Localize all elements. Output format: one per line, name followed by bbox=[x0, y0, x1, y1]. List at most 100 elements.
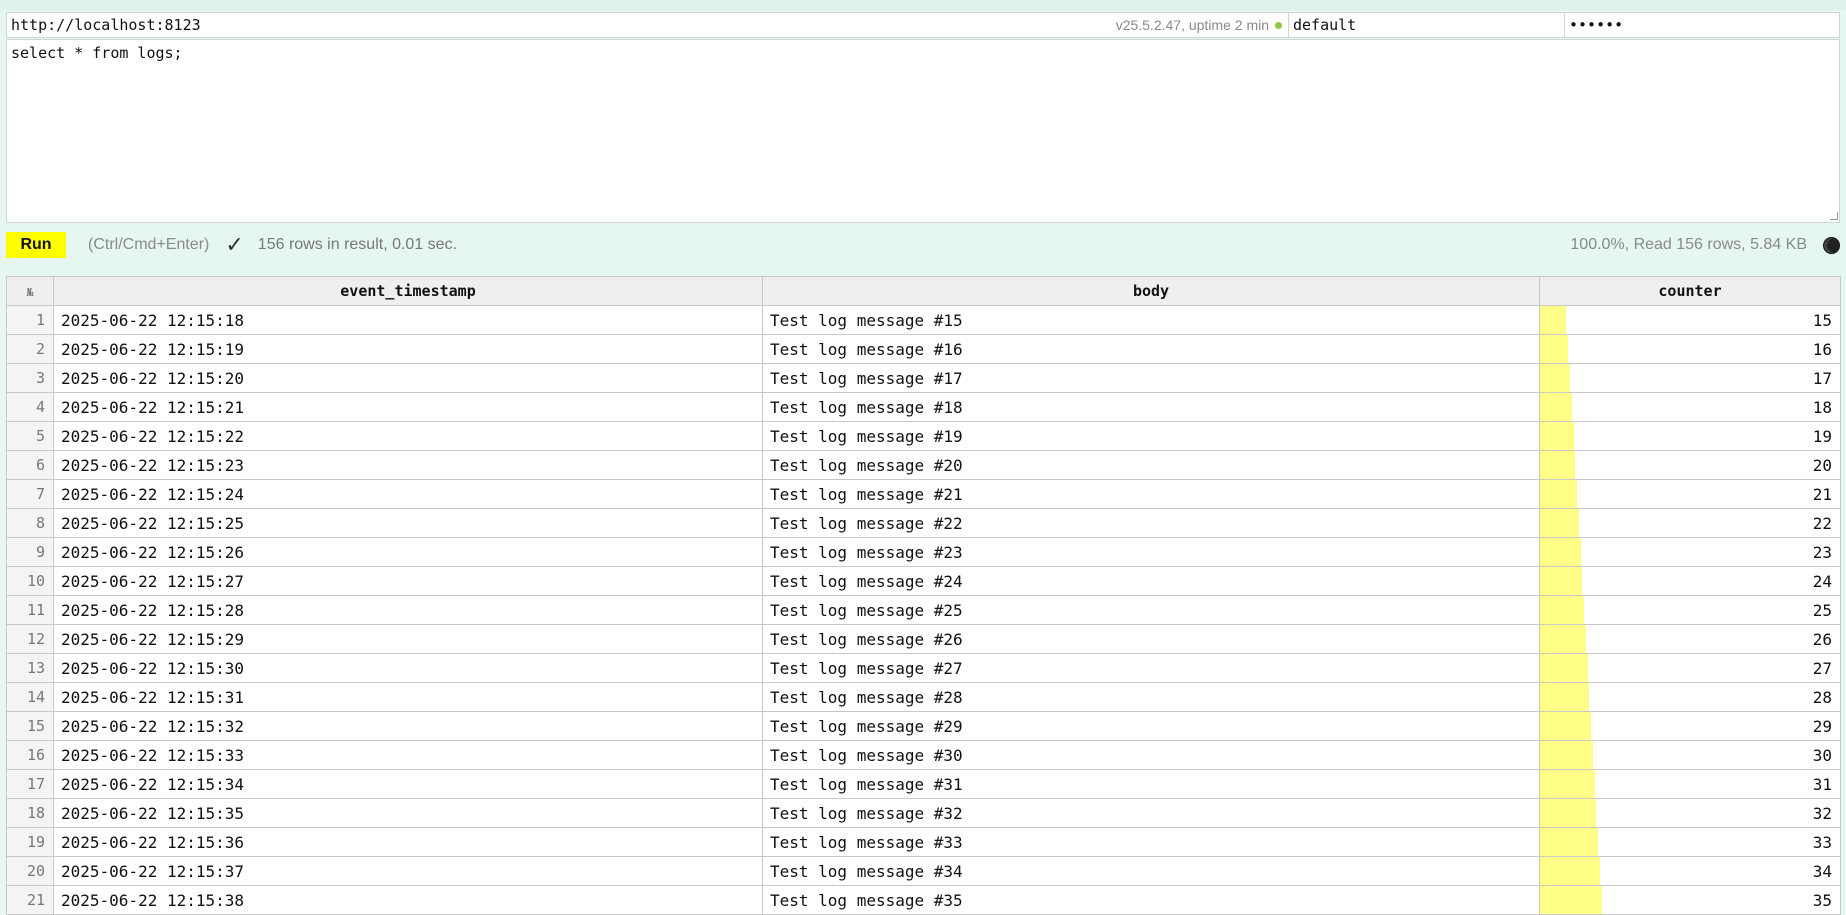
cell-event-timestamp[interactable]: 2025-06-22 12:15:20 bbox=[53, 363, 763, 393]
result-summary: 156 rows in result, 0.01 sec. bbox=[257, 236, 458, 253]
cell-event-timestamp[interactable]: 2025-06-22 12:15:26 bbox=[53, 537, 763, 567]
cell-body[interactable]: Test log message #28 bbox=[762, 682, 1540, 712]
cell-counter[interactable]: 33 bbox=[1539, 827, 1841, 857]
resize-grip-icon[interactable] bbox=[1830, 212, 1838, 220]
cell-event-timestamp[interactable]: 2025-06-22 12:15:30 bbox=[53, 653, 763, 683]
theme-toggle-icon[interactable] bbox=[1823, 236, 1840, 254]
cell-body[interactable]: Test log message #17 bbox=[762, 363, 1540, 393]
cell-event-timestamp[interactable]: 2025-06-22 12:15:32 bbox=[53, 711, 763, 741]
counter-bar bbox=[1540, 683, 1590, 711]
cell-body[interactable]: Test log message #26 bbox=[762, 624, 1540, 654]
run-button[interactable]: Run bbox=[6, 232, 66, 258]
cell-event-timestamp[interactable]: 2025-06-22 12:15:29 bbox=[53, 624, 763, 654]
url-input[interactable] bbox=[7, 13, 1110, 37]
user-input[interactable] bbox=[1288, 13, 1564, 37]
cell-body[interactable]: Test log message #34 bbox=[762, 856, 1540, 886]
cell-counter[interactable]: 32 bbox=[1539, 798, 1841, 828]
cell-event-timestamp[interactable]: 2025-06-22 12:15:34 bbox=[53, 769, 763, 799]
cell-event-timestamp[interactable]: 2025-06-22 12:15:22 bbox=[53, 421, 763, 451]
cell-counter[interactable]: 24 bbox=[1539, 566, 1841, 596]
column-header[interactable]: body bbox=[762, 276, 1540, 306]
counter-value: 20 bbox=[1812, 455, 1832, 475]
row-number-header: № bbox=[6, 276, 54, 306]
server-info: v25.5.2.47, uptime 2 min bbox=[1110, 13, 1288, 37]
cell-event-timestamp[interactable]: 2025-06-22 12:15:23 bbox=[53, 450, 763, 480]
cell-body[interactable]: Test log message #22 bbox=[762, 508, 1540, 538]
counter-bar bbox=[1540, 770, 1595, 798]
counter-bar bbox=[1540, 364, 1570, 392]
cell-event-timestamp[interactable]: 2025-06-22 12:15:28 bbox=[53, 595, 763, 625]
cell-counter[interactable]: 34 bbox=[1539, 856, 1841, 886]
cell-counter[interactable]: 18 bbox=[1539, 392, 1841, 422]
counter-value: 21 bbox=[1812, 484, 1832, 504]
cell-counter[interactable]: 31 bbox=[1539, 769, 1841, 799]
cell-body[interactable]: Test log message #32 bbox=[762, 798, 1540, 828]
counter-value: 25 bbox=[1812, 600, 1832, 620]
counter-value: 34 bbox=[1812, 861, 1832, 881]
table-header-row: № event_timestamp body counter bbox=[6, 276, 1841, 306]
cell-body[interactable]: Test log message #25 bbox=[762, 595, 1540, 625]
counter-value: 26 bbox=[1812, 629, 1832, 649]
cell-body[interactable]: Test log message #31 bbox=[762, 769, 1540, 799]
cell-body[interactable]: Test log message #33 bbox=[762, 827, 1540, 857]
table-row: 20 2025-06-22 12:15:37 Test log message #3… bbox=[6, 856, 1841, 886]
cell-body[interactable]: Test log message #23 bbox=[762, 537, 1540, 567]
cell-counter[interactable]: 21 bbox=[1539, 479, 1841, 509]
cell-counter[interactable]: 26 bbox=[1539, 624, 1841, 654]
column-header[interactable]: event_timestamp bbox=[53, 276, 763, 306]
row-number: 8 bbox=[6, 508, 54, 538]
table-row: 17 2025-06-22 12:15:34 Test log message #3… bbox=[6, 769, 1841, 799]
cell-event-timestamp[interactable]: 2025-06-22 12:15:21 bbox=[53, 392, 763, 422]
cell-counter[interactable]: 23 bbox=[1539, 537, 1841, 567]
counter-bar bbox=[1540, 306, 1567, 334]
password-input[interactable] bbox=[1564, 13, 1839, 37]
cell-counter[interactable]: 35 bbox=[1539, 885, 1841, 915]
shortcut-hint: (Ctrl/Cmd+Enter) bbox=[88, 236, 210, 253]
table-row: 2 2025-06-22 12:15:19 Test log message #16… bbox=[6, 334, 1841, 364]
query-editor[interactable]: select * from logs; bbox=[6, 39, 1840, 223]
cell-event-timestamp[interactable]: 2025-06-22 12:15:24 bbox=[53, 479, 763, 509]
cell-event-timestamp[interactable]: 2025-06-22 12:15:37 bbox=[53, 856, 763, 886]
cell-body[interactable]: Test log message #21 bbox=[762, 479, 1540, 509]
cell-body[interactable]: Test log message #27 bbox=[762, 653, 1540, 683]
table-row: 18 2025-06-22 12:15:35 Test log message #3… bbox=[6, 798, 1841, 828]
cell-event-timestamp[interactable]: 2025-06-22 12:15:35 bbox=[53, 798, 763, 828]
cell-counter[interactable]: 19 bbox=[1539, 421, 1841, 451]
cell-counter[interactable]: 29 bbox=[1539, 711, 1841, 741]
cell-event-timestamp[interactable]: 2025-06-22 12:15:25 bbox=[53, 508, 763, 538]
cell-counter[interactable]: 20 bbox=[1539, 450, 1841, 480]
cell-counter[interactable]: 27 bbox=[1539, 653, 1841, 683]
table-row: 11 2025-06-22 12:15:28 Test log message #2… bbox=[6, 595, 1841, 625]
cell-body[interactable]: Test log message #15 bbox=[762, 305, 1540, 335]
cell-event-timestamp[interactable]: 2025-06-22 12:15:18 bbox=[53, 305, 763, 335]
cell-body[interactable]: Test log message #35 bbox=[762, 885, 1540, 915]
cell-counter[interactable]: 17 bbox=[1539, 363, 1841, 393]
row-number: 7 bbox=[6, 479, 54, 509]
counter-bar bbox=[1540, 625, 1586, 653]
row-number: 20 bbox=[6, 856, 54, 886]
cell-body[interactable]: Test log message #19 bbox=[762, 421, 1540, 451]
cell-event-timestamp[interactable]: 2025-06-22 12:15:36 bbox=[53, 827, 763, 857]
cell-counter[interactable]: 28 bbox=[1539, 682, 1841, 712]
cell-event-timestamp[interactable]: 2025-06-22 12:15:33 bbox=[53, 740, 763, 770]
cell-counter[interactable]: 16 bbox=[1539, 334, 1841, 364]
top-strip bbox=[0, 0, 1846, 10]
cell-event-timestamp[interactable]: 2025-06-22 12:15:38 bbox=[53, 885, 763, 915]
cell-body[interactable]: Test log message #29 bbox=[762, 711, 1540, 741]
cell-counter[interactable]: 25 bbox=[1539, 595, 1841, 625]
counter-value: 30 bbox=[1812, 745, 1832, 765]
cell-body[interactable]: Test log message #24 bbox=[762, 566, 1540, 596]
cell-counter[interactable]: 15 bbox=[1539, 305, 1841, 335]
cell-counter[interactable]: 22 bbox=[1539, 508, 1841, 538]
cell-event-timestamp[interactable]: 2025-06-22 12:15:27 bbox=[53, 566, 763, 596]
column-header[interactable]: counter bbox=[1539, 276, 1841, 306]
counter-bar bbox=[1540, 509, 1579, 537]
cell-body[interactable]: Test log message #18 bbox=[762, 392, 1540, 422]
cell-counter[interactable]: 30 bbox=[1539, 740, 1841, 770]
cell-event-timestamp[interactable]: 2025-06-22 12:15:19 bbox=[53, 334, 763, 364]
cell-body[interactable]: Test log message #20 bbox=[762, 450, 1540, 480]
cell-body[interactable]: Test log message #16 bbox=[762, 334, 1540, 364]
cell-event-timestamp[interactable]: 2025-06-22 12:15:31 bbox=[53, 682, 763, 712]
counter-value: 15 bbox=[1812, 310, 1832, 330]
cell-body[interactable]: Test log message #30 bbox=[762, 740, 1540, 770]
